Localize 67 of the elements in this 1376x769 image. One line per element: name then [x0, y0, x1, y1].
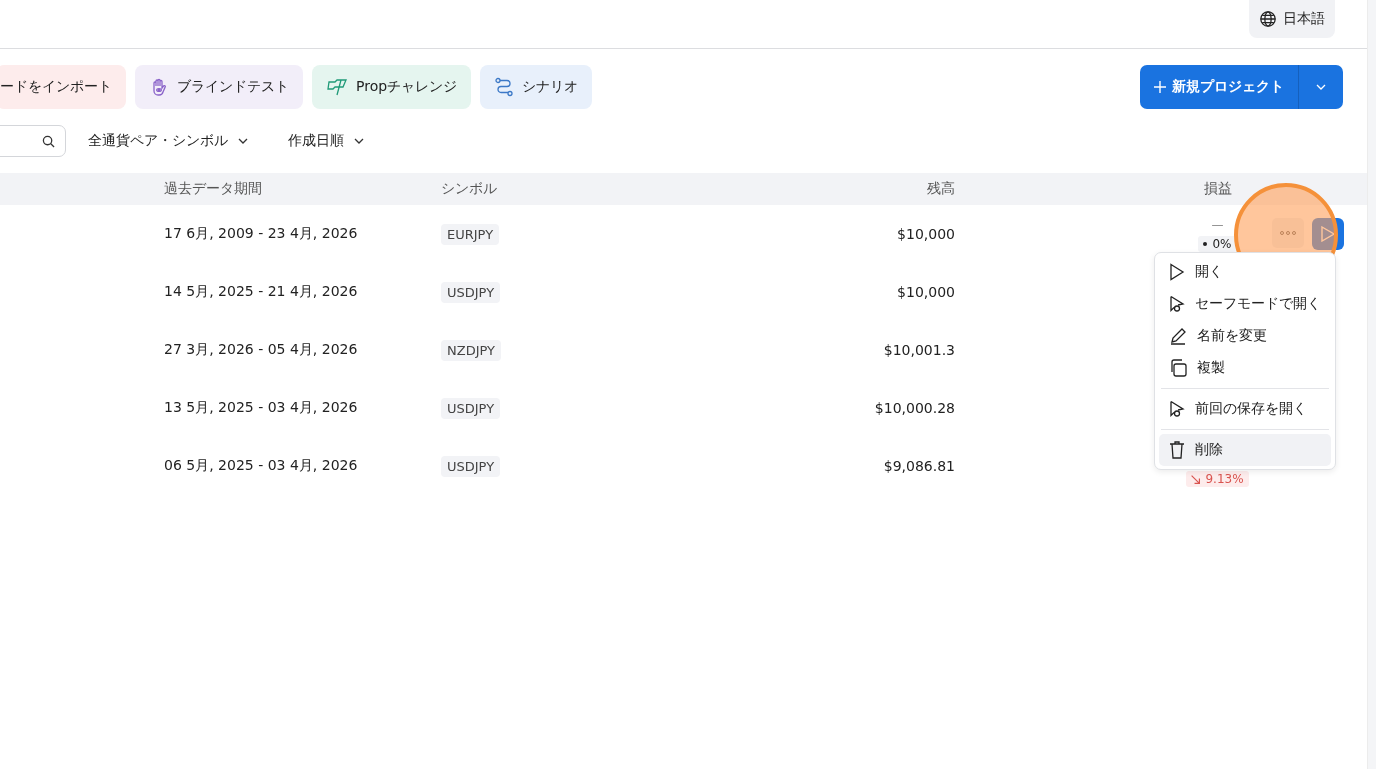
table-cell-text: $10,000.28 [873, 400, 955, 416]
table-cell-text: 14 5月, 2025 - 21 4月, 2026 [164, 283, 359, 301]
pointer-icon [1169, 400, 1185, 418]
quick-action-button[interactable]: ブラインドテスト [135, 65, 303, 109]
symbol-tag: USDJPY [441, 456, 501, 477]
search-icon [42, 134, 55, 148]
route-icon [494, 77, 515, 97]
pnl-value: — [1211, 217, 1224, 234]
search-field[interactable] [0, 125, 66, 157]
new-project-button[interactable]: 新規プロジェクト [1140, 65, 1299, 109]
menu-item[interactable]: 開く [1159, 256, 1331, 288]
dot-icon [1203, 242, 1208, 246]
column-header: 残高 [926, 180, 955, 198]
plus-icon [1154, 81, 1166, 93]
trend-down-icon [1191, 474, 1201, 484]
quick-action-button[interactable]: Propチャレンジ [312, 65, 472, 109]
table-cell-text: $9,086.81 [882, 458, 955, 474]
column-header: シンボル [441, 180, 498, 198]
menu-item-label: 削除 [1195, 441, 1223, 459]
pnl-change-badge: 0% [1198, 236, 1237, 252]
play-icon [1321, 226, 1335, 242]
table-cell-text: $10,001.3 [882, 342, 955, 358]
menu-item-label: 名前を変更 [1197, 327, 1267, 345]
quick-action-label: Propチャレンジ [356, 78, 458, 96]
copy-icon [1169, 359, 1187, 377]
pointer-icon [1169, 295, 1185, 313]
more-icon [1280, 231, 1296, 235]
more-options-button[interactable] [1272, 218, 1304, 248]
menu-item-label: 前回の保存を開く [1195, 400, 1307, 418]
chevron-down-icon [238, 138, 248, 144]
menu-item[interactable]: 複製 [1159, 352, 1331, 384]
quick-action-button[interactable]: シナリオ [480, 65, 593, 109]
quick-action-label: ブラインドテスト [177, 78, 289, 96]
chevron-down-icon [354, 138, 364, 144]
symbol-tag: NZDJPY [441, 340, 501, 361]
play-button[interactable] [1312, 218, 1344, 250]
quick-action-button[interactable]: ードをインポート [0, 65, 126, 109]
symbol-tag: EURJPY [441, 224, 500, 245]
table-cell-text: 06 5月, 2025 - 03 4月, 2026 [164, 457, 359, 475]
language-button[interactable]: 日本語 [1249, 0, 1335, 38]
sort-dropdown[interactable]: 作成日順 [284, 132, 368, 150]
table-cell-text: 17 6月, 2009 - 23 4月, 2026 [164, 225, 359, 243]
flag-icon [326, 78, 348, 96]
quick-action-label: ードをインポート [0, 78, 112, 96]
menu-item-label: 開く [1195, 263, 1223, 281]
trash-icon [1169, 441, 1185, 459]
symbol-filter-dropdown[interactable]: 全通貨ペア・シンボル [84, 132, 252, 150]
table-cell-text: $10,000 [896, 226, 955, 242]
menu-item[interactable]: セーフモードで開く [1159, 288, 1331, 320]
menu-item-label: 複製 [1197, 359, 1225, 377]
menu-item[interactable]: 名前を変更 [1159, 320, 1331, 352]
symbol-tag: USDJPY [441, 282, 501, 303]
symbol-tag: USDJPY [441, 398, 501, 419]
table-cell-text: $10,000 [896, 284, 955, 300]
table-cell-text: 13 5月, 2025 - 03 4月, 2026 [164, 399, 359, 417]
menu-item[interactable]: 前回の保存を開く [1159, 393, 1331, 425]
globe-icon [1259, 10, 1277, 28]
column-header: 過去データ期間 [164, 180, 263, 198]
menu-item-label: セーフモードで開く [1195, 295, 1321, 313]
table-cell-text: 27 3月, 2026 - 05 4月, 2026 [164, 341, 359, 359]
quick-action-label: シナリオ [522, 78, 579, 96]
chevron-down-icon [1316, 84, 1326, 90]
pnl-change-badge: 9.13% [1186, 471, 1249, 487]
menu-item[interactable]: 削除 [1159, 434, 1331, 466]
play-icon [1169, 263, 1185, 281]
pencil-icon [1169, 327, 1187, 345]
column-header: 損益 [1202, 180, 1233, 198]
